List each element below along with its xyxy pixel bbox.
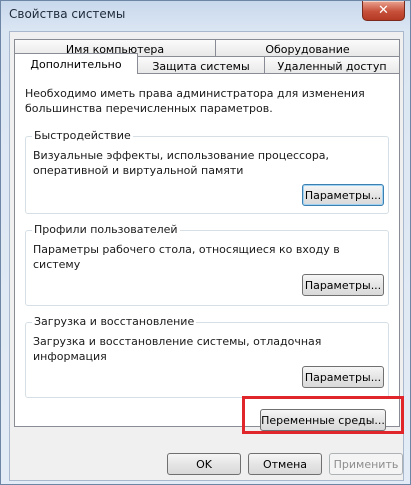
user-profiles-settings-button[interactable]: Параметры... <box>302 274 384 296</box>
user-profiles-description: Параметры рабочего стола, относящиеся ко… <box>33 243 340 271</box>
cancel-button[interactable]: Отмена <box>248 453 322 475</box>
ok-button[interactable]: OK <box>167 453 241 475</box>
tab-advanced[interactable]: Дополнительно <box>14 53 138 74</box>
startup-recovery-group: Загрузка и восстановление Загрузка и вос… <box>25 315 389 398</box>
performance-group: Быстродействие Визуальные эффекты, испол… <box>25 129 389 214</box>
highlight-frame <box>242 396 404 434</box>
user-profiles-group-title: Профили пользователей <box>32 223 180 237</box>
performance-group-title: Быстродействие <box>32 129 133 143</box>
performance-description: Визуальные эффекты, использование процес… <box>33 149 330 177</box>
startup-recovery-description: Загрузка и восстановление системы, отлад… <box>33 335 322 363</box>
startup-recovery-settings-button[interactable]: Параметры... <box>302 366 384 388</box>
system-properties-window: Свойства системы ✕ Имя компьютера Оборуд… <box>0 0 411 485</box>
startup-recovery-group-title: Загрузка и восстановление <box>32 315 197 329</box>
close-button[interactable]: ✕ <box>362 1 405 21</box>
close-icon: ✕ <box>378 3 389 18</box>
advanced-tab-panel: Необходимо иметь права администратора дл… <box>14 73 400 427</box>
window-title: Свойства системы <box>9 7 126 21</box>
apply-button[interactable]: Применить <box>329 453 403 475</box>
user-profiles-group: Профили пользователей Параметры рабочего… <box>25 223 389 306</box>
admin-rights-note: Необходимо иметь права администратора дл… <box>25 87 365 115</box>
performance-settings-button[interactable]: Параметры... <box>302 184 384 206</box>
